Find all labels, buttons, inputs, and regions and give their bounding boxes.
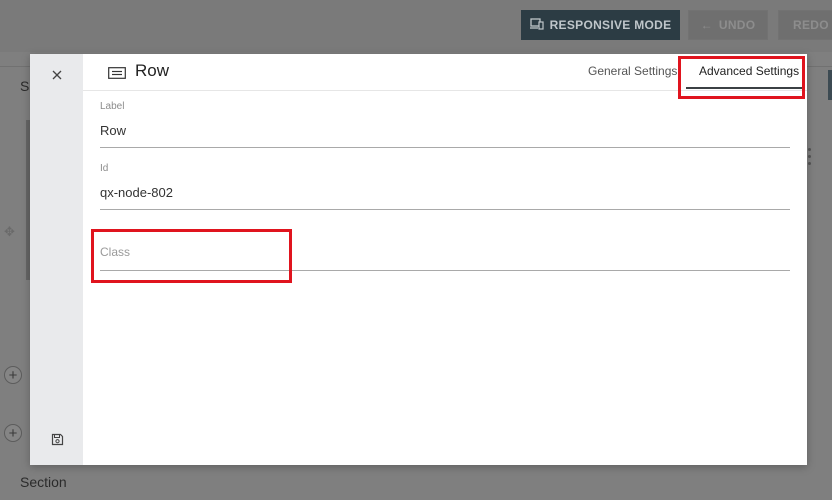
add-section-icon[interactable]: + [4,424,22,442]
highlight-class-input-box [91,229,292,283]
redo-button[interactable]: REDO [778,10,832,40]
responsive-mode-button[interactable]: RESPONSIVE MODE [521,10,680,40]
responsive-mode-label: RESPONSIVE MODE [549,18,672,32]
label-field-label: Label [100,101,125,112]
background-side-tab [828,70,832,100]
undo-button[interactable]: ← UNDO [688,10,768,40]
responsive-icon [529,17,544,33]
modal-side-rail [30,54,83,465]
arrow-left-icon: ← [700,18,713,32]
move-handle-icon: ✥ [4,224,15,239]
save-button[interactable] [47,432,67,452]
id-field-underline [100,209,790,210]
undo-label: UNDO [718,18,756,32]
id-field-value[interactable]: qx-node-802 [100,185,790,201]
background-toolbar: RESPONSIVE MODE ← UNDO REDO [0,0,832,52]
label-field-value[interactable]: Row [100,123,790,139]
add-element-icon[interactable]: + [4,366,22,384]
floppy-disk-icon [51,433,64,451]
background-section-label: Section [20,474,67,490]
tab-general-settings[interactable]: General Settings [588,64,677,78]
label-field[interactable]: Label Row [100,101,790,151]
redo-label: REDO [793,18,829,32]
close-icon [52,67,62,85]
label-field-underline [100,147,790,148]
id-field[interactable]: Id qx-node-802 [100,163,790,213]
row-icon [108,66,126,84]
more-options-icon[interactable] [808,148,812,169]
id-field-label: Id [100,163,109,174]
highlight-advanced-settings-box [678,56,805,99]
close-button[interactable] [47,66,67,86]
background-s-label: S [20,78,30,94]
modal-title: Row [135,61,170,80]
